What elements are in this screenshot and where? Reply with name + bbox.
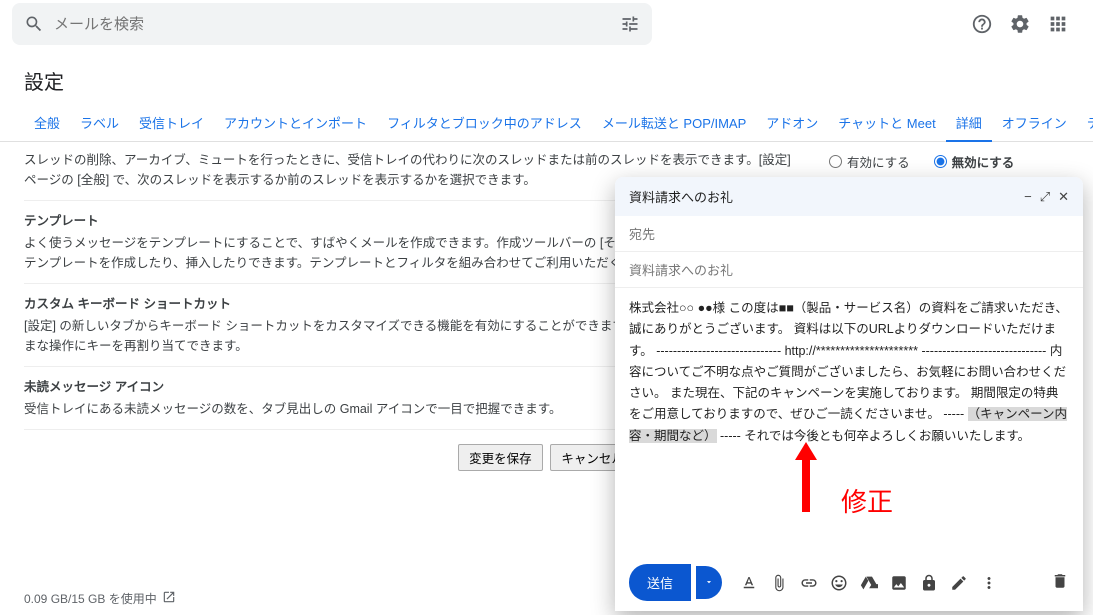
send-button[interactable]: 送信 — [629, 564, 691, 601]
apps-icon[interactable] — [1047, 13, 1069, 35]
option-enable[interactable]: 有効にする — [829, 152, 910, 171]
tab-inbox[interactable]: 受信トレイ — [129, 105, 214, 141]
tab-chat[interactable]: チャットと Meet — [828, 105, 945, 141]
help-icon[interactable] — [971, 13, 993, 35]
trash-icon[interactable] — [1051, 572, 1069, 590]
external-icon[interactable] — [162, 590, 176, 604]
compose-body[interactable]: 株式会社○○ ●●様 この度は■■（製品・サービス名）の資料をご請求いただき、誠… — [615, 288, 1083, 556]
compose-subject-field[interactable]: 資料請求へのお礼 — [615, 252, 1083, 288]
settings-tabs: 全般 ラベル 受信トレイ アカウントとインポート フィルタとブロック中のアドレス… — [0, 105, 1093, 142]
gear-icon[interactable] — [1009, 13, 1031, 35]
compose-title: 資料請求へのお礼 — [629, 187, 1024, 206]
compose-to-field[interactable]: 宛先 — [615, 216, 1083, 252]
tab-filters[interactable]: フィルタとブロック中のアドレス — [377, 105, 592, 141]
more-icon[interactable] — [980, 574, 998, 592]
link-icon[interactable] — [800, 574, 818, 592]
compose-window: 資料請求へのお礼 − ⤢ ✕ 宛先 資料請求へのお礼 株式会社○○ ●●様 この… — [615, 177, 1083, 611]
fullscreen-icon[interactable]: ⤢ — [1040, 189, 1050, 205]
body-text-2: ----- それでは今後とも何卒よろしくお願いいたします。 — [717, 429, 1031, 443]
format-tools — [740, 574, 1047, 592]
tune-icon[interactable] — [620, 14, 640, 34]
compose-controls: − ⤢ ✕ — [1024, 189, 1069, 205]
emoji-icon[interactable] — [830, 574, 848, 592]
tab-labels[interactable]: ラベル — [70, 105, 129, 141]
attach-icon[interactable] — [770, 574, 788, 592]
body-text-1: 株式会社○○ ●●様 この度は■■（製品・サービス名）の資料をご請求いただき、誠… — [629, 301, 1068, 421]
search-input[interactable] — [54, 16, 620, 33]
top-bar — [0, 0, 1093, 48]
option-disable[interactable]: 無効にする — [934, 152, 1015, 171]
compose-trailing — [1051, 572, 1069, 593]
minimize-icon[interactable]: − — [1024, 189, 1032, 205]
search-icon — [24, 14, 44, 34]
tab-offline[interactable]: オフライン — [992, 105, 1077, 141]
storage-text: 0.09 GB/15 GB を使用中 — [24, 590, 157, 607]
tab-forwarding[interactable]: メール転送と POP/IMAP — [592, 105, 756, 141]
pen-icon[interactable] — [950, 574, 968, 592]
tab-general[interactable]: 全般 — [24, 105, 70, 141]
setting-text: 受信トレイにある未読メッセージの数を、タブ見出しの Gmail アイコンで一目で… — [24, 402, 561, 416]
tab-accounts[interactable]: アカウントとインポート — [214, 105, 377, 141]
close-icon[interactable]: ✕ — [1058, 189, 1069, 205]
compose-header[interactable]: 資料請求へのお礼 − ⤢ ✕ — [615, 177, 1083, 216]
compose-toolbar: 送信 — [615, 556, 1083, 611]
tab-themes[interactable]: テーマ — [1077, 105, 1093, 141]
drive-icon[interactable] — [860, 574, 878, 592]
format-icon[interactable] — [740, 574, 758, 592]
send-dropdown[interactable] — [696, 566, 722, 599]
image-icon[interactable] — [890, 574, 908, 592]
lock-icon[interactable] — [920, 574, 938, 592]
option-enable-label: 有効にする — [847, 152, 910, 171]
tab-advanced[interactable]: 詳細 — [946, 105, 992, 142]
top-icons — [971, 13, 1081, 35]
tab-addons[interactable]: アドオン — [756, 105, 828, 141]
search-box[interactable] — [12, 3, 652, 45]
option-disable-label: 無効にする — [952, 152, 1015, 171]
page-title: 設定 — [0, 48, 1093, 105]
save-button[interactable]: 変更を保存 — [458, 444, 543, 471]
